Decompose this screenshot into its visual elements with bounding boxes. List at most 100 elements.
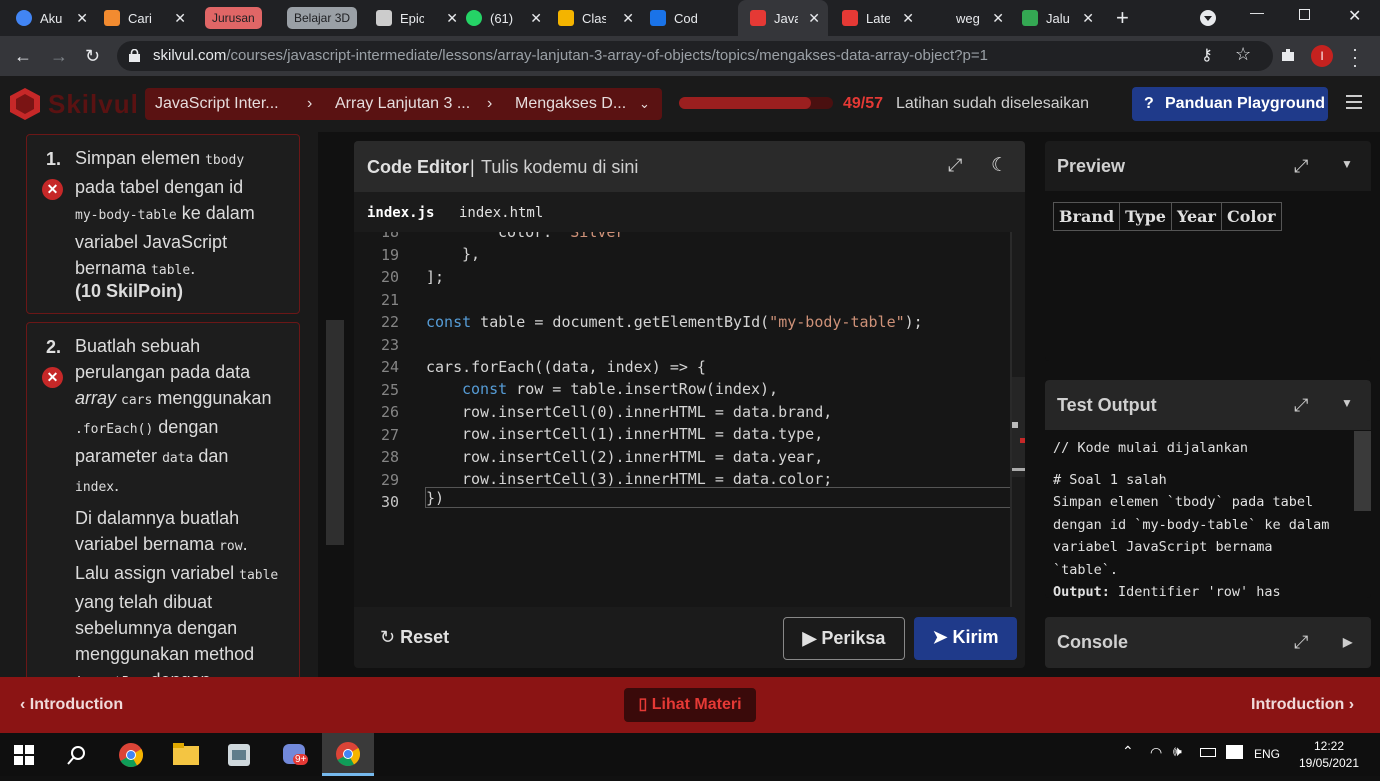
next-lesson-link[interactable]: Introduction › (1251, 696, 1354, 714)
breadcrumb-course[interactable]: JavaScript Inter... (155, 88, 279, 120)
discord-icon[interactable]: 9+ (283, 742, 309, 768)
output-scrollbar[interactable] (1354, 431, 1371, 511)
code-line: cars.forEach((data, index) => { (426, 358, 706, 376)
minimize-icon[interactable]: — (1250, 4, 1264, 20)
browser-tab[interactable]: Epic ✕ (376, 0, 466, 36)
extensions-icon[interactable] (1279, 46, 1297, 64)
expand-icon[interactable]: ⤢ (1294, 617, 1308, 667)
lock-icon (129, 48, 140, 62)
back-icon[interactable]: ← (14, 36, 32, 76)
tab-close-icon[interactable]: ✕ (808, 10, 820, 27)
restore-icon[interactable] (1299, 9, 1310, 20)
line-number: 29 (380, 470, 399, 489)
preview-table: Brand Type Year Color (1052, 202, 1282, 231)
browser-tab[interactable]: Clas ✕ (558, 0, 642, 36)
tab-close-icon[interactable]: ✕ (174, 10, 186, 27)
browser-tab-active[interactable]: Java ✕ (738, 0, 828, 36)
code-line: row.insertCell(1).innerHTML = data.type, (462, 425, 824, 443)
tab-index-html[interactable]: index.html (459, 205, 543, 221)
preview-panel: Preview ⤢ ▼ Brand Type Year Color (1045, 141, 1371, 361)
caret-down-icon[interactable]: ▼ (1341, 139, 1353, 189)
bookmark-star-icon[interactable]: ☆ (1235, 44, 1251, 65)
browser-tab[interactable]: Late ✕ (842, 0, 922, 36)
browser-tab[interactable]: (61) ✕ (466, 0, 550, 36)
browser-menu-icon[interactable]: · · · (1352, 40, 1358, 74)
code-line: const table = document.getElementById("m… (426, 313, 923, 331)
minimap (1012, 377, 1025, 477)
tab-close-icon[interactable]: ✕ (622, 10, 634, 27)
caret-right-icon[interactable]: ▶ (1343, 617, 1352, 667)
breadcrumb-topic[interactable]: Mengakses D... (515, 88, 626, 120)
expand-icon[interactable]: ⤢ (1294, 380, 1308, 430)
windows-start-icon[interactable] (14, 745, 34, 765)
file-explorer-icon[interactable] (173, 743, 199, 765)
lesson-footer: ‹ Introduction ▯ Lihat Materi Introducti… (0, 677, 1380, 733)
test-output-header: Test Output ⤢ ▼ (1045, 380, 1371, 430)
tab-close-icon[interactable]: ✕ (530, 10, 542, 27)
reset-button[interactable]: ↻ Reset (380, 617, 460, 660)
tab-close-icon[interactable]: ✕ (1082, 10, 1094, 27)
new-tab-button[interactable]: + (1116, 0, 1129, 36)
address-bar[interactable]: skilvul.com/courses/javascript-intermedi… (117, 41, 1273, 71)
key-icon[interactable]: ⚷ (1201, 45, 1213, 65)
progress-bar (679, 97, 833, 109)
browser-tab[interactable]: Jalu ✕ (1022, 0, 1102, 36)
volume-icon[interactable]: 🕪 (1173, 743, 1182, 760)
search-icon[interactable] (67, 745, 87, 765)
reload-icon[interactable]: ↻ (85, 36, 100, 76)
code-area[interactable]: 18 19 20 21 22 23 24 25 26 27 28 29 30 color: "Silve… (354, 232, 1012, 607)
language-indicator[interactable]: ENG (1254, 747, 1280, 761)
submit-button[interactable]: ➤ Kirim (914, 617, 1017, 660)
line-number: 27 (380, 425, 399, 444)
window-close-icon[interactable]: ✕ (1348, 6, 1361, 26)
tab-group-jurusan[interactable]: Jurusan (205, 7, 262, 29)
refresh-icon: ↻ (380, 627, 396, 647)
breadcrumb-lesson[interactable]: Array Lanjutan 3 ... (335, 88, 470, 120)
task-text: Simpan elemen tbody pada tabel dengan id… (75, 148, 255, 278)
tab-close-icon[interactable]: ✕ (902, 10, 914, 27)
tab-search-icon[interactable] (1200, 10, 1216, 26)
console-header[interactable]: Console ⤢ ▶ (1045, 617, 1371, 667)
send-icon: ➤ (932, 627, 948, 647)
table-header: Brand (1052, 202, 1121, 231)
expand-icon[interactable]: ⤢ (948, 155, 962, 176)
tab-index-js[interactable]: index.js (367, 205, 434, 221)
tab-group-belajar-3d[interactable]: Belajar 3D (287, 7, 358, 29)
message-icon[interactable] (1226, 745, 1243, 759)
view-material-button[interactable]: ▯ Lihat Materi (624, 688, 756, 722)
browser-tab[interactable]: Cari ✕ (104, 0, 194, 36)
guide-button[interactable]: ? Panduan Playground (1132, 87, 1328, 121)
tab-favicon-icon (16, 10, 32, 26)
tab-favicon-icon (104, 10, 120, 26)
sidebar-scrollbar[interactable] (326, 320, 344, 545)
battery-icon[interactable] (1200, 748, 1216, 757)
forward-icon[interactable]: → (50, 36, 68, 76)
skilvul-logo-icon[interactable] (10, 88, 40, 120)
prev-lesson-link[interactable]: ‹ Introduction (20, 696, 123, 714)
clock[interactable]: 12:22 19/05/2021 (1296, 738, 1362, 772)
tray-chevron-up-icon[interactable]: ⌃ (1122, 743, 1134, 760)
profile-avatar[interactable]: I (1311, 45, 1333, 67)
browser-toolbar: ← → ↻ skilvul.com/courses/javascript-int… (0, 36, 1380, 76)
browser-tab-bar: Aku ✕ Cari ✕ Jurusan Belajar 3D Epic ✕ (61)… (0, 0, 1380, 36)
browser-tab[interactable]: Cod (650, 0, 734, 36)
tab-close-icon[interactable]: ✕ (446, 10, 458, 27)
test-output-panel: Test Output ⤢ ▼ // Kode mulai dijalankan… (1045, 380, 1371, 598)
hamburger-menu-icon[interactable] (1346, 95, 1362, 109)
dark-mode-moon-icon[interactable]: ☾ (991, 154, 1008, 177)
task-card-2: 2. ✕ Buatlah sebuah perulangan pada data… (26, 322, 300, 677)
tab-close-icon[interactable]: ✕ (992, 10, 1004, 27)
expand-icon[interactable]: ⤢ (1294, 141, 1308, 191)
line-number: 28 (380, 448, 399, 466)
browser-tab[interactable]: weg ✕ (932, 0, 1012, 36)
chevron-down-icon[interactable]: ⌄ (639, 88, 650, 120)
browser-tab[interactable]: Aku ✕ (16, 0, 96, 36)
tab-close-icon[interactable]: ✕ (76, 10, 88, 27)
chrome-active-icon[interactable] (322, 733, 374, 776)
app-logo-text[interactable]: Skilvul (48, 89, 139, 120)
wifi-icon[interactable]: ◠ (1150, 744, 1162, 761)
app-icon[interactable] (226, 742, 252, 768)
caret-down-icon[interactable]: ▼ (1341, 380, 1353, 428)
check-button[interactable]: ▶ Periksa (783, 617, 905, 660)
chrome-icon[interactable] (118, 742, 144, 768)
